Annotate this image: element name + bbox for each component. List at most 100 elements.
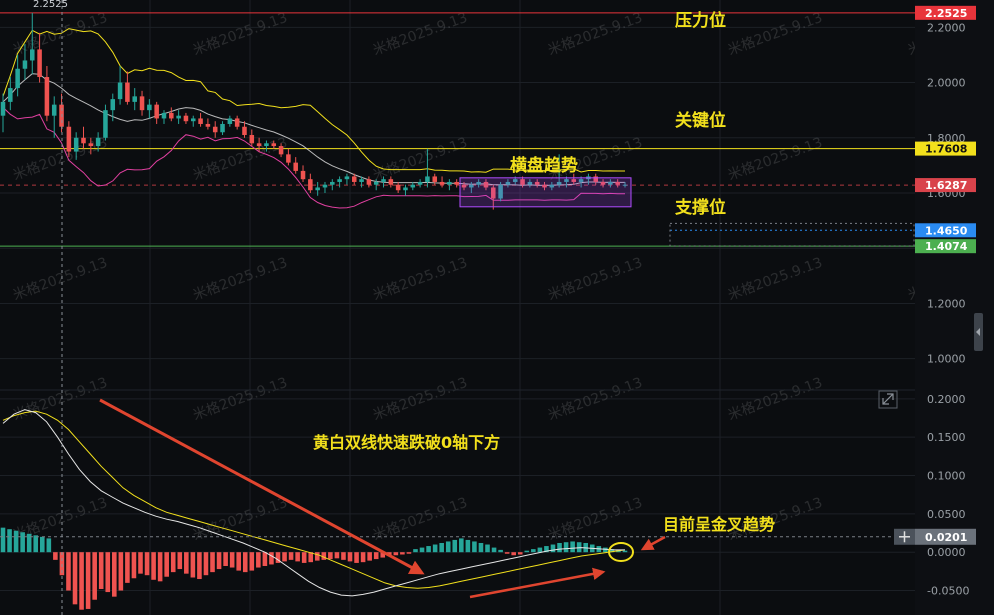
macd-histogram-bar bbox=[125, 552, 130, 583]
macd-histogram-bar bbox=[557, 542, 562, 553]
macd-histogram-bar bbox=[184, 552, 189, 574]
macd-histogram-bar bbox=[452, 539, 458, 553]
macd-histogram-bar bbox=[334, 552, 340, 559]
macd-histogram-bar bbox=[419, 547, 425, 553]
candle-body bbox=[220, 123, 225, 133]
candle-body bbox=[110, 99, 116, 111]
macd-histogram-bar bbox=[0, 527, 6, 553]
candle-body bbox=[447, 181, 452, 185]
macd-histogram-bar bbox=[360, 552, 366, 563]
trading-chart: 米格2025.9.13 米格2025.9.13 米格2025.9.13 米格2025.… bbox=[0, 0, 994, 615]
candle-body bbox=[190, 118, 196, 122]
macd-histogram-bar bbox=[295, 552, 300, 562]
macd-histogram-bar bbox=[622, 550, 628, 553]
macd-histogram-bar bbox=[157, 552, 163, 582]
macd-histogram-bar bbox=[229, 552, 235, 568]
candle-body bbox=[51, 104, 57, 116]
candle-body bbox=[154, 104, 159, 119]
add-plus-button[interactable] bbox=[894, 528, 915, 545]
candle-body bbox=[264, 143, 269, 147]
macd-histogram-bar bbox=[531, 549, 536, 553]
macd-histogram-bar bbox=[354, 552, 359, 563]
macd-tick-label: -0.0500 bbox=[927, 585, 969, 598]
macd-histogram-bar bbox=[79, 552, 84, 610]
macd-histogram-bar bbox=[406, 552, 412, 554]
macd-histogram-bar bbox=[301, 552, 307, 563]
macd-tick-label: 0.0000 bbox=[927, 546, 966, 559]
macd-histogram-bar bbox=[262, 552, 268, 566]
price-axis: 2.20002.00001.80001.60001.40001.20001.00… bbox=[915, 0, 994, 615]
macd-histogram-bar bbox=[144, 552, 150, 576]
macd-histogram-bar bbox=[20, 532, 25, 553]
candle-body bbox=[44, 77, 50, 116]
macd-histogram-bar bbox=[603, 547, 608, 553]
candle-body bbox=[205, 123, 211, 127]
price-tick-label: 2.0000 bbox=[927, 77, 966, 90]
macd-histogram-bar bbox=[400, 552, 405, 555]
macd-histogram-bar bbox=[46, 538, 52, 553]
scrollbar-handle[interactable] bbox=[974, 313, 983, 351]
price-annotation-3: 支撑位 bbox=[675, 197, 726, 218]
candle-body bbox=[212, 126, 218, 133]
macd-histogram-bar bbox=[236, 552, 241, 571]
candle-body bbox=[344, 176, 350, 180]
macd-histogram-bar bbox=[563, 542, 569, 553]
candle-body bbox=[337, 179, 342, 182]
macd-histogram-bar bbox=[98, 552, 104, 589]
candle-body bbox=[66, 126, 72, 152]
macd-histogram-bar bbox=[367, 552, 372, 561]
candle-body bbox=[198, 118, 203, 124]
candle-body bbox=[22, 60, 28, 69]
candle-body bbox=[95, 137, 101, 147]
macd-histogram-bar bbox=[288, 552, 294, 560]
macd-histogram-bar bbox=[164, 552, 169, 577]
macd-histogram-bar bbox=[170, 552, 176, 573]
macd-histogram-bar bbox=[570, 541, 575, 553]
candle-body bbox=[81, 137, 86, 144]
macd-histogram-bar bbox=[72, 552, 78, 605]
macd-histogram-bar bbox=[269, 552, 274, 565]
macd-histogram-bar bbox=[197, 552, 202, 580]
macd-histogram-bar bbox=[39, 536, 45, 553]
candle-body bbox=[132, 96, 137, 102]
candle-body bbox=[227, 118, 233, 124]
candle-body bbox=[286, 154, 291, 163]
candle-body bbox=[0, 101, 6, 116]
macd-histogram-bar bbox=[347, 552, 353, 562]
candle-body bbox=[161, 112, 167, 119]
candle-body bbox=[169, 112, 174, 119]
macd-histogram-bar bbox=[472, 541, 477, 553]
macd-histogram-bar bbox=[92, 552, 97, 600]
candle-body bbox=[388, 179, 394, 185]
candle-body bbox=[403, 187, 408, 191]
candle-body bbox=[381, 179, 386, 182]
candle-body bbox=[359, 179, 364, 182]
macd-histogram-bar bbox=[7, 529, 12, 553]
candle-body bbox=[271, 143, 277, 147]
macd-histogram-bar bbox=[13, 530, 19, 553]
macd-histogram-bar bbox=[491, 547, 497, 553]
macd-histogram-bar bbox=[537, 547, 543, 553]
candle-body bbox=[432, 176, 438, 182]
candle-body bbox=[410, 184, 416, 188]
candle-body bbox=[300, 170, 306, 180]
macd-histogram-bar bbox=[118, 552, 124, 591]
price-tick-label: 2.2000 bbox=[927, 21, 966, 34]
macd-histogram-bar bbox=[151, 552, 156, 580]
candle-body bbox=[37, 49, 42, 78]
macd-histogram-bar bbox=[328, 552, 333, 560]
macd-histogram-bar bbox=[465, 539, 471, 553]
macd-value-label-text: 0.0201 bbox=[925, 531, 967, 544]
macd-histogram-bar bbox=[105, 552, 111, 593]
level-label-text: 2.2525 bbox=[925, 7, 967, 20]
candle-body bbox=[73, 137, 79, 152]
macd-annotation-1: 目前呈金叉趋势 bbox=[663, 515, 775, 534]
candle-body bbox=[242, 126, 247, 136]
macd-histogram-bar bbox=[282, 552, 287, 562]
candle-body bbox=[103, 110, 108, 138]
price-annotation-2: 横盘趋势 bbox=[510, 155, 578, 176]
candle-body bbox=[8, 88, 13, 102]
chart-background bbox=[0, 0, 994, 615]
macd-histogram-bar bbox=[138, 552, 143, 574]
macd-annotation-0: 黄白双线快速跌破0轴下方 bbox=[313, 433, 500, 452]
